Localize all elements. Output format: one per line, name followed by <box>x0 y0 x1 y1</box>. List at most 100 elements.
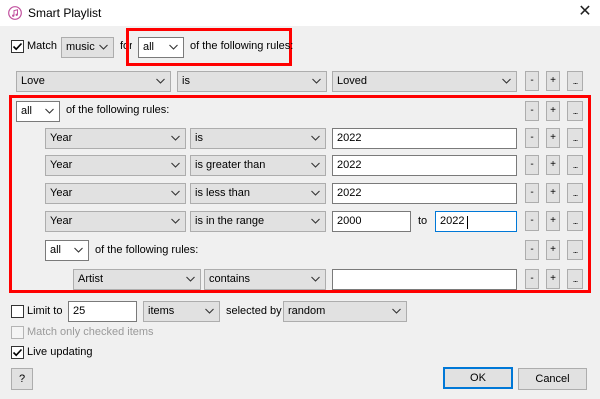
add-rule-button[interactable]: + <box>546 183 560 203</box>
rule-field-dropdown[interactable]: Love <box>16 71 171 92</box>
chevron-down-icon <box>392 308 401 315</box>
media-type-value: music <box>66 41 95 53</box>
rule-operator-value: is less than <box>195 187 251 199</box>
match-only-checked-checkbox[interactable] <box>11 326 24 339</box>
add-rule-button[interactable]: + <box>546 211 560 231</box>
selected-by-dropdown[interactable]: random <box>283 301 407 322</box>
remove-rule-button[interactable]: - <box>525 269 539 289</box>
rule-value-input[interactable]: 2022 <box>332 183 517 204</box>
range-start-text: 2000 <box>337 215 362 227</box>
chevron-down-icon <box>205 308 214 315</box>
remove-rule-button[interactable]: - <box>525 155 539 175</box>
range-to-label: to <box>418 215 428 227</box>
rule-field-dropdown[interactable]: Year <box>45 155 186 176</box>
selected-by-label: selected by <box>226 305 282 317</box>
chevron-down-icon <box>74 247 83 254</box>
add-subgroup-rule-button[interactable]: + <box>546 240 560 260</box>
limit-label: Limit to <box>27 305 63 317</box>
more-rule-button[interactable]: ... <box>567 71 583 91</box>
rule-value-text: 2022 <box>337 132 362 144</box>
more-rule-button[interactable]: ... <box>567 183 583 203</box>
remove-rule-button[interactable]: - <box>525 211 539 231</box>
rule-operator-dropdown[interactable]: contains <box>204 269 326 290</box>
chevron-down-icon <box>312 78 321 85</box>
rule-field-dropdown[interactable]: Year <box>45 128 186 149</box>
chevron-down-icon <box>186 276 195 283</box>
more-rule-button[interactable]: ... <box>567 269 583 289</box>
limit-value-input[interactable]: 25 <box>68 301 137 322</box>
cancel-button[interactable]: Cancel <box>518 368 587 390</box>
remove-rule-button[interactable]: - <box>525 71 539 91</box>
remove-rule-button[interactable]: - <box>525 128 539 148</box>
chevron-down-icon <box>171 162 180 169</box>
match-label: Match <box>27 40 57 52</box>
range-end-text: 2022 <box>440 215 465 227</box>
rule-operator-dropdown[interactable]: is <box>177 71 327 92</box>
rule-value-text: 2022 <box>337 187 362 199</box>
remove-group-button[interactable]: - <box>525 101 539 121</box>
subgroup-following-label: of the following rules: <box>95 244 199 256</box>
chevron-down-icon <box>311 162 320 169</box>
chevron-down-icon <box>99 44 108 51</box>
group-logic-value: all <box>21 105 33 117</box>
following-rules-label: of the following rules: <box>190 40 294 52</box>
chevron-down-icon <box>45 108 54 115</box>
limit-unit-dropdown[interactable]: items <box>143 301 220 322</box>
chevron-down-icon <box>311 190 320 197</box>
chevron-down-icon <box>156 78 165 85</box>
rule-value-input[interactable] <box>332 269 517 290</box>
more-subgroup-button[interactable]: ... <box>567 240 583 260</box>
rule-operator-value: is greater than <box>195 159 266 171</box>
rule-field-value: Love <box>21 75 45 87</box>
chevron-down-icon <box>311 135 320 142</box>
match-checkbox[interactable] <box>11 40 24 53</box>
rule-operator-dropdown[interactable]: is <box>190 128 326 149</box>
rule-value-dropdown[interactable]: Loved <box>332 71 517 92</box>
rule-operator-value: is <box>182 75 190 87</box>
selected-by-value: random <box>288 305 326 317</box>
add-rule-button[interactable]: + <box>546 71 560 91</box>
rule-value-input[interactable]: 2022 <box>332 128 517 149</box>
remove-subgroup-button[interactable]: - <box>525 240 539 260</box>
help-button[interactable]: ? <box>11 368 33 390</box>
live-updating-label: Live updating <box>27 346 93 358</box>
add-rule-button[interactable]: + <box>546 128 560 148</box>
chevron-down-icon <box>311 218 320 225</box>
group-logic-dropdown[interactable]: all <box>16 101 60 122</box>
rule-operator-value: is <box>195 132 203 144</box>
range-start-input[interactable]: 2000 <box>332 211 411 232</box>
checkmark-icon <box>12 347 23 358</box>
subgroup-logic-value: all <box>50 244 62 256</box>
rule-value-input[interactable]: 2022 <box>332 155 517 176</box>
checkmark-icon <box>12 41 23 52</box>
remove-rule-button[interactable]: - <box>525 183 539 203</box>
rule-field-dropdown[interactable]: Artist <box>73 269 201 290</box>
more-rule-button[interactable]: ... <box>567 155 583 175</box>
limit-unit-value: items <box>148 305 175 317</box>
limit-checkbox[interactable] <box>11 305 24 318</box>
more-rule-button[interactable]: ... <box>567 128 583 148</box>
itunes-icon <box>8 6 22 20</box>
add-group-rule-button[interactable]: + <box>546 101 560 121</box>
rule-field-dropdown[interactable]: Year <box>45 183 186 204</box>
rule-field-dropdown[interactable]: Year <box>45 211 186 232</box>
more-rule-button[interactable]: ... <box>567 211 583 231</box>
more-group-button[interactable]: ... <box>567 101 583 121</box>
match-logic-value: all <box>143 41 155 53</box>
media-type-dropdown[interactable]: music <box>61 37 114 58</box>
subgroup-logic-dropdown[interactable]: all <box>45 240 89 261</box>
chevron-down-icon <box>311 276 320 283</box>
window-title: Smart Playlist <box>28 6 102 20</box>
range-end-input[interactable]: 2022 <box>435 211 517 232</box>
rule-operator-dropdown[interactable]: is less than <box>190 183 326 204</box>
text-caret <box>467 216 468 229</box>
rule-operator-dropdown[interactable]: is in the range <box>190 211 326 232</box>
rule-operator-value: is in the range <box>195 215 265 227</box>
ok-button[interactable]: OK <box>443 367 513 389</box>
add-rule-button[interactable]: + <box>546 155 560 175</box>
rule-operator-dropdown[interactable]: is greater than <box>190 155 326 176</box>
live-updating-checkbox[interactable] <box>11 346 24 359</box>
add-rule-button[interactable]: + <box>546 269 560 289</box>
close-icon[interactable]: ✕ <box>576 3 594 21</box>
match-logic-dropdown[interactable]: all <box>138 37 184 58</box>
